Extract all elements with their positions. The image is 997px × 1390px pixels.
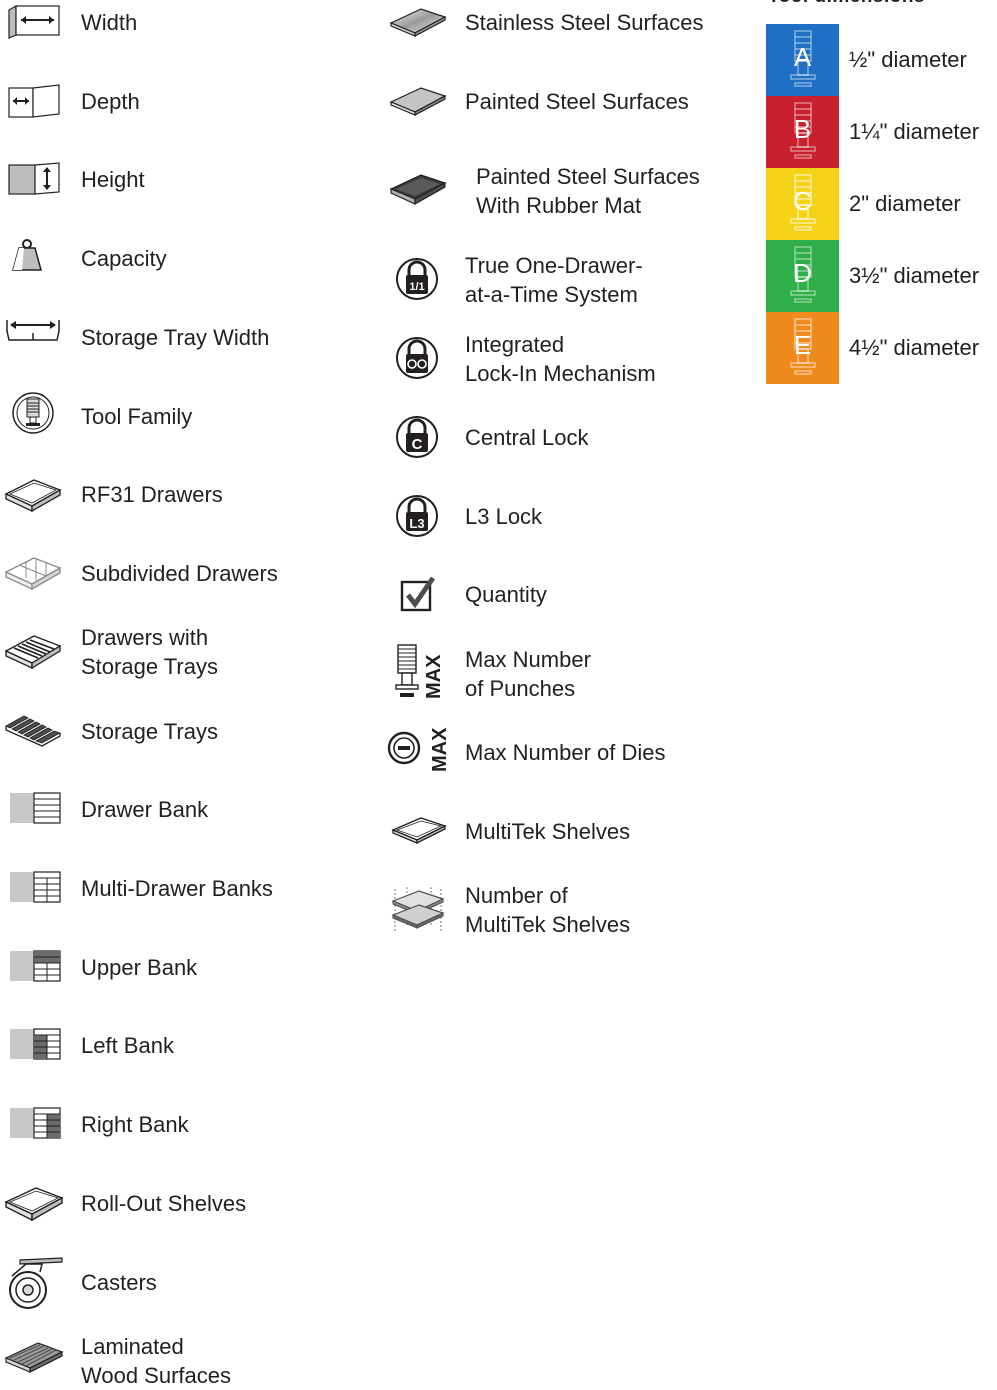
tool-dimensions-title: Tool dimensions bbox=[768, 0, 925, 8]
legend-label: Painted Steel Surfaces bbox=[465, 89, 689, 114]
legend-label: Max Number of Punches bbox=[465, 647, 591, 701]
subdivided-drawer-icon bbox=[4, 554, 62, 591]
legend-label: Width bbox=[81, 10, 138, 35]
legend-label: RF31 Drawers bbox=[81, 482, 223, 507]
max-punches-icon: MAX bbox=[392, 643, 446, 701]
tool-size-letter: D bbox=[793, 258, 812, 288]
tool-size-letter: E bbox=[793, 330, 812, 360]
legend-label: Stainless Steel Surfaces bbox=[465, 10, 704, 35]
legend-label: Storage Trays bbox=[81, 719, 218, 744]
tool-size-swatch-d: D bbox=[766, 240, 839, 312]
legend-label: Drawers with Storage Trays bbox=[81, 625, 218, 679]
rf31-drawer-icon bbox=[4, 476, 62, 513]
upper-bank-icon bbox=[9, 950, 61, 982]
legend-label: Max Number of Dies bbox=[465, 740, 666, 765]
lock-badge: 1/1 bbox=[409, 281, 424, 293]
max-dies-icon: MAX bbox=[386, 714, 451, 774]
tool-size-letter: B bbox=[793, 114, 812, 144]
width-icon bbox=[8, 4, 60, 39]
laminated-wood-icon bbox=[4, 1340, 64, 1374]
legend-label: Tool Family bbox=[81, 404, 193, 429]
storage-trays-icon bbox=[4, 712, 62, 747]
tool-size-swatch-c: C bbox=[766, 168, 839, 240]
depth-icon bbox=[8, 84, 60, 118]
tool-size-text: 4½" diameter bbox=[849, 335, 980, 360]
quantity-checkbox-icon bbox=[400, 576, 436, 612]
legend-label: Drawer Bank bbox=[81, 797, 209, 822]
stainless-steel-icon bbox=[389, 6, 447, 38]
legend-label: Casters bbox=[81, 1270, 157, 1295]
one-drawer-lock-icon: 1/1 bbox=[395, 257, 439, 301]
caster-icon bbox=[6, 1256, 64, 1312]
legend-label: MultiTek Shelves bbox=[465, 819, 631, 844]
max-badge: MAX bbox=[423, 654, 445, 699]
drawer-with-trays-icon bbox=[4, 632, 62, 670]
painted-steel-icon bbox=[389, 85, 447, 117]
legend-label: Upper Bank bbox=[81, 955, 198, 980]
legend-label: Number of MultiTek Shelves bbox=[465, 883, 631, 937]
legend-label: Right Bank bbox=[81, 1112, 189, 1137]
right-bank-icon bbox=[9, 1107, 61, 1139]
legend-label: Painted Steel Surfaces With Rubber Mat bbox=[476, 164, 700, 218]
legend-label: Storage Tray Width bbox=[81, 325, 270, 350]
tool-size-letter: C bbox=[793, 186, 812, 216]
legend-label: Subdivided Drawers bbox=[81, 561, 278, 586]
legend-label: Integrated Lock-In Mechanism bbox=[465, 332, 656, 386]
legend-label: Roll-Out Shelves bbox=[81, 1191, 247, 1216]
legend-label: L3 Lock bbox=[465, 504, 543, 529]
rubber-mat-icon bbox=[389, 172, 447, 206]
multitek-shelf-icon bbox=[391, 815, 447, 845]
tool-size-text: 2" diameter bbox=[849, 191, 961, 216]
drawer-bank-icon bbox=[9, 792, 61, 824]
roll-out-shelf-icon bbox=[4, 1184, 64, 1222]
tool-size-swatch-a: A bbox=[766, 24, 839, 96]
legend-label: True One-Drawer-at-a-Time System bbox=[465, 253, 643, 307]
legend-label: Height bbox=[81, 167, 145, 192]
lock-badge: L3 bbox=[409, 516, 424, 531]
legend-label: Multi-Drawer Banks bbox=[81, 876, 273, 901]
legend-label: Quantity bbox=[465, 582, 547, 607]
tool-size-text: 3½" diameter bbox=[849, 263, 980, 288]
tool-size-swatch-e: E bbox=[766, 312, 839, 384]
left-bank-icon bbox=[9, 1028, 61, 1060]
lock-in-mechanism-icon bbox=[395, 336, 439, 380]
tool-size-text: ½" diameter bbox=[849, 47, 967, 72]
tool-size-swatch-b: B bbox=[766, 96, 839, 168]
legend-label: Central Lock bbox=[465, 425, 589, 450]
max-badge: MAX bbox=[429, 727, 451, 772]
multi-drawer-bank-icon bbox=[9, 871, 61, 903]
tool-size-text: 1¼" diameter bbox=[849, 119, 980, 144]
tool-size-letter: A bbox=[793, 42, 812, 72]
storage-tray-width-icon bbox=[5, 318, 61, 344]
capacity-weight-icon bbox=[12, 238, 42, 272]
lock-badge: C bbox=[412, 436, 423, 453]
tool-family-icon bbox=[11, 391, 55, 435]
legend-label: Depth bbox=[81, 89, 140, 114]
height-icon bbox=[8, 162, 60, 196]
central-lock-icon: C bbox=[395, 415, 439, 459]
l3-lock-icon: L3 bbox=[395, 494, 439, 538]
legend-label: Left Bank bbox=[81, 1033, 174, 1058]
legend-label: Laminated Wood Surfaces bbox=[81, 1334, 232, 1388]
multitek-shelf-count-icon bbox=[391, 885, 447, 935]
legend-label: Capacity bbox=[81, 246, 167, 271]
